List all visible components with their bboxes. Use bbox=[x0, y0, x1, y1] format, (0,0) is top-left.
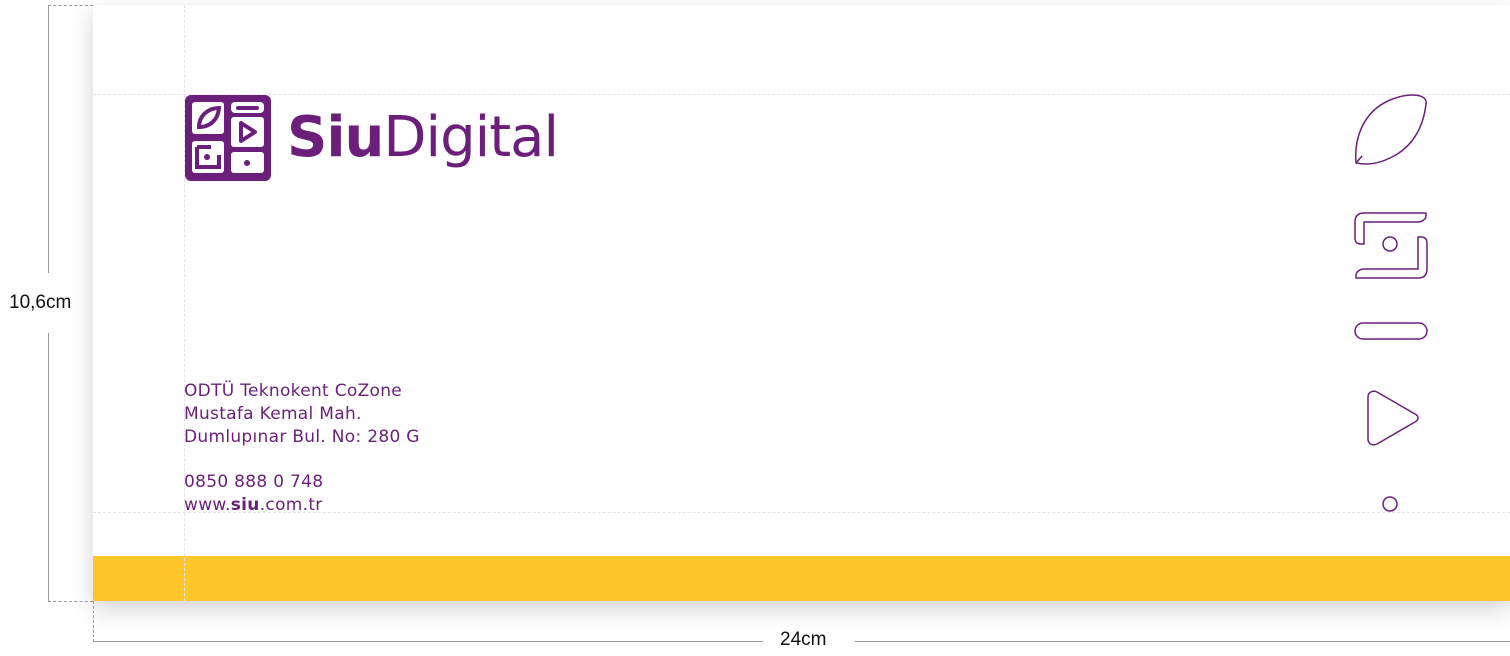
pill-bar-icon bbox=[1354, 322, 1428, 340]
width-line-left bbox=[93, 641, 763, 642]
website-prefix: www. bbox=[184, 495, 231, 515]
contact-block: 0850 888 0 748 www.siu.com.tr bbox=[184, 471, 323, 517]
address-line-3: Dumlupınar Bul. No: 280 G bbox=[184, 427, 420, 447]
height-line-upper bbox=[48, 5, 49, 273]
width-label: 24cm bbox=[780, 629, 827, 650]
website-suffix: .com.tr bbox=[259, 495, 323, 515]
logo-mark-icon bbox=[185, 95, 271, 181]
siudigital-logo: SiuDigital bbox=[183, 93, 559, 183]
height-label: 10,6cm bbox=[9, 292, 72, 313]
address-block: ODTÜ Teknokent CoZone Mustafa Kemal Mah.… bbox=[184, 380, 420, 449]
height-tick-top bbox=[48, 5, 93, 6]
square-spiral-icon bbox=[1354, 212, 1428, 279]
website: www.siu.com.tr bbox=[184, 494, 323, 517]
accent-band bbox=[93, 556, 1510, 601]
logo-bold-text: Siu bbox=[287, 105, 384, 170]
logo-wordmark: SiuDigital bbox=[287, 110, 559, 166]
play-triangle-icon bbox=[1367, 390, 1419, 446]
address-line-2: Mustafa Kemal Mah. bbox=[184, 404, 362, 424]
phone-number: 0850 888 0 748 bbox=[184, 472, 324, 492]
width-line-right bbox=[855, 641, 1510, 642]
width-tick-left bbox=[93, 601, 94, 642]
height-line-lower bbox=[48, 333, 49, 601]
height-tick-bottom bbox=[48, 601, 93, 602]
small-circle-icon bbox=[1382, 496, 1398, 512]
leaf-outline-icon bbox=[1354, 94, 1427, 165]
website-brand: siu bbox=[230, 495, 260, 515]
logo-regular-text: Digital bbox=[383, 105, 559, 170]
address-line-1: ODTÜ Teknokent CoZone bbox=[184, 381, 403, 401]
